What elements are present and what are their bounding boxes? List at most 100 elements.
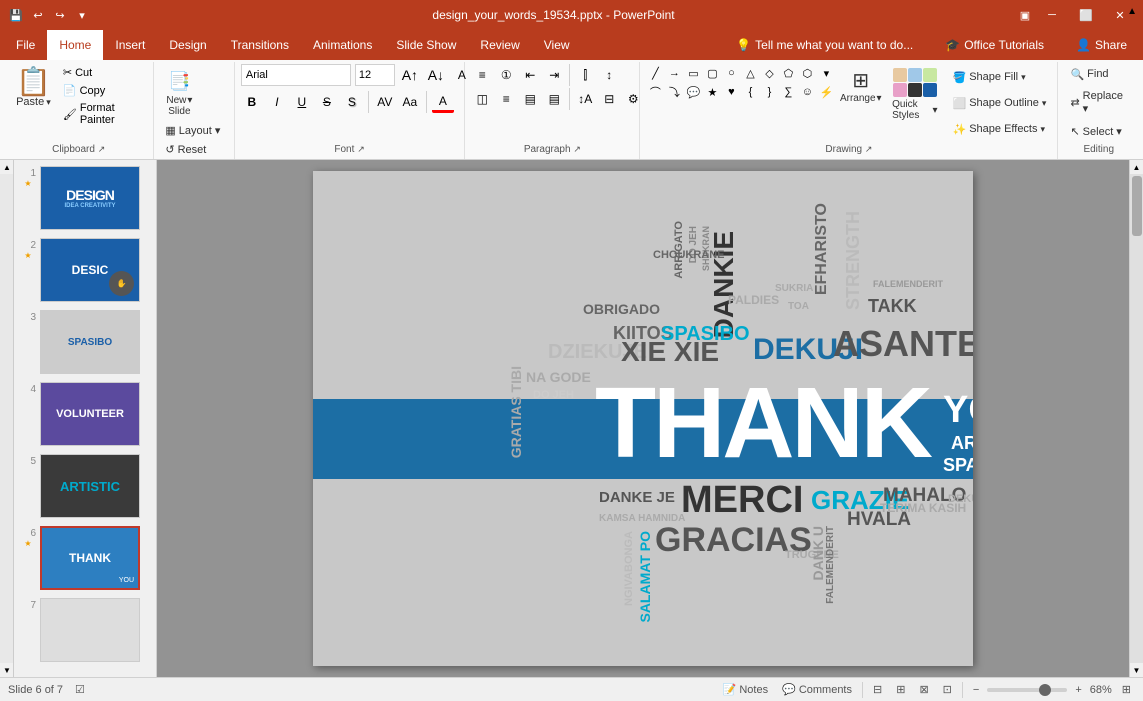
save-icon[interactable]: 💾 [8, 7, 24, 23]
menu-review[interactable]: Review [468, 30, 531, 60]
slide-item-1[interactable]: 1 ★ DESIGN IDEA CREATIVITY [18, 164, 152, 232]
font-size-input[interactable] [355, 64, 395, 86]
arrow-shape[interactable]: → [665, 64, 683, 82]
increase-font-button[interactable]: A↑ [399, 64, 421, 86]
copy-button[interactable]: 📄 Copy [59, 82, 148, 99]
menu-design[interactable]: Design [157, 30, 218, 60]
select-button[interactable]: ↖ Select ▾ [1064, 122, 1127, 141]
decrease-font-button[interactable]: A↓ [425, 64, 447, 86]
slide-canvas[interactable]: DANKIE ARRIGATO DO JEH SHUKRAN CHOUKRANE… [313, 171, 973, 666]
decrease-indent-button[interactable]: ⇤ [519, 64, 541, 86]
bracket-shape[interactable]: { [741, 83, 759, 101]
find-button[interactable]: 🔍 Find [1064, 65, 1114, 84]
minimize-button[interactable]: ─ [1037, 4, 1067, 26]
rounded-rect-shape[interactable]: ▢ [703, 64, 721, 82]
text-shadow-button[interactable]: S [341, 91, 363, 113]
zoom-in-button[interactable]: + [1071, 682, 1085, 698]
char-spacing-button[interactable]: AV [374, 91, 396, 113]
brace-shape[interactable]: } [760, 83, 778, 101]
fit-slide-button[interactable]: ⊞ [1118, 681, 1135, 698]
replace-button[interactable]: ⇄ Replace ▾ [1064, 87, 1133, 118]
more-shapes[interactable]: ▾ [817, 64, 835, 82]
pentagon-shape[interactable]: ⬠ [779, 64, 797, 82]
line-shape[interactable]: ╱ [646, 64, 664, 82]
slide-item-3[interactable]: 3 ★ SPASIBO [18, 308, 152, 376]
bold-button[interactable]: B [241, 91, 263, 113]
triangle-shape[interactable]: △ [741, 64, 759, 82]
scroll-track[interactable] [1130, 174, 1143, 663]
underline-button[interactable]: U [291, 91, 313, 113]
menu-insert[interactable]: Insert [103, 30, 157, 60]
restore-button[interactable]: ⬜ [1071, 4, 1101, 26]
customize-quick-access-icon[interactable]: ▾ [74, 7, 90, 23]
format-painter-button[interactable]: 🖌 Format Painter [59, 100, 148, 128]
zoom-thumb[interactable] [1039, 684, 1051, 696]
italic-button[interactable]: I [266, 91, 288, 113]
smiley-shape[interactable]: ☺ [798, 83, 816, 101]
view-presenter-button[interactable]: ⊡ [939, 681, 956, 698]
slide-thumb-4[interactable]: VOLUNTEER [40, 382, 140, 446]
shape-effects-button[interactable]: ✨ Shape Effects ▾ [948, 121, 1052, 138]
line-spacing-button[interactable]: ↕ [598, 64, 620, 86]
menu-transitions[interactable]: Transitions [219, 30, 301, 60]
slide-item-6[interactable]: 6 ★ THANK YOU [18, 524, 152, 592]
notes-button[interactable]: 📝 Notes [719, 681, 772, 698]
comments-button[interactable]: 💬 Comments [778, 681, 856, 698]
quick-styles-button[interactable]: Quick Styles▾ [886, 64, 943, 142]
slide-thumb-3[interactable]: SPASIBO [40, 310, 140, 374]
slide-item-4[interactable]: 4 ★ VOLUNTEER [18, 380, 152, 448]
slide-thumb-6[interactable]: THANK YOU [40, 526, 140, 590]
font-color-button[interactable]: A [432, 91, 454, 113]
share-button[interactable]: 👤 Share [1064, 30, 1139, 60]
new-slide-button[interactable]: 📑 New▾ Slide [160, 64, 198, 120]
slide-thumb-5[interactable]: ARTISTIC [40, 454, 140, 518]
view-reading-button[interactable]: ⊠ [915, 681, 932, 698]
slide-thumb-7[interactable] [40, 598, 140, 662]
menu-slideshow[interactable]: Slide Show [384, 30, 468, 60]
increase-indent-button[interactable]: ⇥ [543, 64, 565, 86]
tell-me-search[interactable]: 💡 Tell me what you want to do... [724, 30, 925, 60]
change-case-button[interactable]: Aa [399, 91, 421, 113]
collapse-ribbon-button[interactable]: ▲ [1125, 4, 1139, 19]
ribbon-display-icon[interactable]: ▣ [1017, 7, 1033, 23]
slide-thumb-2[interactable]: DESIC ✋ [40, 238, 140, 302]
view-normal-button[interactable]: ⊟ [869, 681, 886, 698]
align-left-button[interactable]: ◫ [471, 88, 493, 110]
numbering-button[interactable]: ① [495, 64, 517, 86]
connector-shape[interactable]: ⤵ [665, 83, 683, 101]
equation-shape[interactable]: ∑ [779, 83, 797, 101]
menu-animations[interactable]: Animations [301, 30, 384, 60]
panel-scroll-down[interactable]: ▼ [0, 663, 14, 677]
layout-button[interactable]: ▦ Layout ▾ [160, 122, 225, 139]
slide-item-7[interactable]: 7 ★ [18, 596, 152, 664]
align-right-button[interactable]: ▤ [519, 88, 541, 110]
menu-file[interactable]: File [4, 30, 47, 60]
columns-button[interactable]: ⫿ [574, 64, 596, 86]
hexagon-shape[interactable]: ⬡ [798, 64, 816, 82]
scroll-down-button[interactable]: ▼ [1130, 663, 1143, 677]
slide-item-2[interactable]: 2 ★ DESIC ✋ [18, 236, 152, 304]
curve-shape[interactable]: ⌒ [646, 83, 664, 101]
slide-thumb-1[interactable]: DESIGN IDEA CREATIVITY [40, 166, 140, 230]
star-shape[interactable]: ★ [703, 83, 721, 101]
circle-shape[interactable]: ○ [722, 64, 740, 82]
diamond-shape[interactable]: ◇ [760, 64, 778, 82]
align-text-button[interactable]: ⊟ [598, 88, 620, 110]
rect-shape[interactable]: ▭ [684, 64, 702, 82]
zoom-out-button[interactable]: − [969, 682, 983, 698]
justify-button[interactable]: ▤ [543, 88, 565, 110]
office-tutorials-button[interactable]: 🎓 Office Tutorials [933, 30, 1056, 60]
redo-icon[interactable]: ↪ [52, 7, 68, 23]
menu-view[interactable]: View [532, 30, 582, 60]
bullets-button[interactable]: ≡ [471, 64, 493, 86]
menu-home[interactable]: Home [47, 30, 103, 60]
cut-button[interactable]: ✂ Cut [59, 64, 148, 81]
lightning-shape[interactable]: ⚡ [817, 83, 835, 101]
panel-scroll-up[interactable]: ▲ [0, 160, 14, 174]
view-slide-sorter-button[interactable]: ⊞ [892, 681, 909, 698]
slide-item-5[interactable]: 5 ★ ARTISTIC [18, 452, 152, 520]
arrange-button[interactable]: ⊞ Arrange▾ [839, 64, 882, 142]
panel-scroll-track[interactable] [0, 174, 13, 663]
shape-outline-button[interactable]: ⬜ Shape Outline ▾ [948, 95, 1052, 112]
paste-button[interactable]: 📋 Paste ▾ [10, 64, 57, 142]
